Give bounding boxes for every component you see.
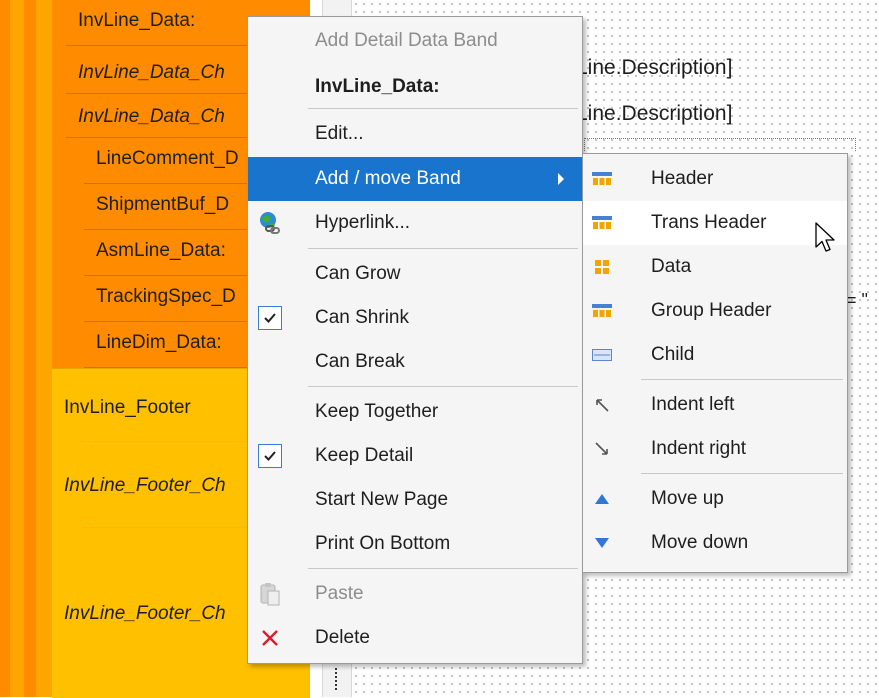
menu-separator [308, 108, 578, 109]
menu-item-label: Paste [315, 583, 364, 604]
band-label: LineComment_D [96, 148, 239, 169]
field-text: Line.Description] [576, 56, 733, 79]
band-data-icon [591, 256, 613, 278]
band-label: InvLine_Data_Ch [78, 106, 225, 127]
band-header-icon [591, 300, 613, 322]
menu-item-can-grow[interactable]: Can Grow [248, 252, 582, 296]
band-label: InvLine_Footer_Ch [64, 603, 226, 624]
submenu-arrow-icon [558, 173, 564, 185]
submenu-item-label: Trans Header [651, 212, 767, 233]
band-label: TrackingSpec_D [96, 286, 236, 307]
band-header-icon [591, 168, 613, 190]
menu-item-label: InvLine_Data: [315, 76, 440, 97]
checkmark-icon [258, 306, 282, 330]
submenu-item-child[interactable]: Child [583, 333, 847, 377]
band-label: ShipmentBuf_D [96, 194, 230, 215]
submenu-item-label: Move down [651, 532, 749, 553]
submenu-item-move-down[interactable]: Move down [583, 521, 847, 565]
band-child-icon [591, 344, 613, 366]
delete-x-icon [258, 626, 282, 650]
menu-item-label: Delete [315, 627, 370, 648]
ruler-mark [335, 668, 340, 690]
submenu-item-label: Indent right [651, 438, 747, 459]
menu-item-delete[interactable]: Delete [248, 616, 582, 660]
band-label: InvLine_Data_Ch [78, 62, 225, 83]
band-stripe [24, 0, 36, 697]
submenu-item-label: Group Header [651, 300, 772, 321]
band-stripe [36, 0, 52, 697]
add-move-band-submenu: Header Trans Header Data Group Header Ch… [582, 153, 848, 573]
menu-item-add-move-band[interactable]: Add / move Band [248, 157, 582, 201]
submenu-item-move-up[interactable]: Move up [583, 477, 847, 521]
menu-item-edit[interactable]: Edit... [248, 112, 582, 156]
menu-separator [308, 386, 578, 387]
paste-icon [258, 582, 282, 606]
menu-item-label: Keep Together [315, 401, 439, 422]
menu-item-label: Add Detail Data Band [315, 30, 498, 51]
submenu-item-indent-right[interactable]: Indent right [583, 427, 847, 471]
menu-separator [308, 248, 578, 249]
band-label: InvLine_Footer [64, 397, 191, 418]
indent-right-arrow-icon [591, 438, 613, 460]
menu-separator [641, 379, 843, 380]
indent-left-arrow-icon [591, 394, 613, 416]
menu-item-label: Add / move Band [315, 168, 461, 189]
band-label: LineDim_Data: [96, 332, 222, 353]
submenu-item-label: Data [651, 256, 692, 277]
menu-item-start-new-page[interactable]: Start New Page [248, 478, 582, 522]
menu-item-label: Can Shrink [315, 307, 409, 328]
field-text: = " [846, 290, 868, 310]
menu-item-add-detail-data-band[interactable]: Add Detail Data Band [248, 19, 582, 63]
menu-item-band-name: InvLine_Data: [248, 65, 582, 109]
move-down-icon [591, 532, 613, 554]
field-text: Line.Description] [576, 102, 733, 125]
menu-separator [641, 473, 843, 474]
menu-item-label: Print On Bottom [315, 533, 451, 554]
submenu-item-trans-header[interactable]: Trans Header [583, 201, 847, 245]
menu-item-keep-detail[interactable]: Keep Detail [248, 434, 582, 478]
globe-link-icon [258, 211, 282, 235]
context-menu: Add Detail Data Band InvLine_Data: Edit.… [247, 16, 583, 664]
field-outline [584, 138, 856, 151]
submenu-item-data[interactable]: Data [583, 245, 847, 289]
band-indent [66, 138, 84, 368]
submenu-item-header[interactable]: Header [583, 157, 847, 201]
submenu-item-label: Child [651, 344, 695, 365]
band-stripe [0, 0, 10, 697]
menu-separator [308, 568, 578, 569]
menu-item-label: Hyperlink... [315, 212, 411, 233]
menu-item-can-break[interactable]: Can Break [248, 340, 582, 384]
menu-item-label: Can Break [315, 351, 405, 372]
menu-item-print-on-bottom[interactable]: Print On Bottom [248, 522, 582, 566]
menu-item-hyperlink[interactable]: Hyperlink... [248, 201, 582, 245]
band-label: InvLine_Data: [78, 10, 196, 31]
mouse-cursor-icon [815, 222, 837, 262]
submenu-item-label: Header [651, 168, 714, 189]
submenu-item-indent-left[interactable]: Indent left [583, 383, 847, 427]
menu-item-label: Can Grow [315, 263, 401, 284]
menu-item-label: Keep Detail [315, 445, 414, 466]
checkmark-icon [258, 444, 282, 468]
band-label: AsmLine_Data: [96, 240, 226, 261]
band-stripe [10, 0, 24, 697]
band-label: InvLine_Footer_Ch [64, 475, 226, 496]
menu-item-can-shrink[interactable]: Can Shrink [248, 296, 582, 340]
menu-item-keep-together[interactable]: Keep Together [248, 390, 582, 434]
menu-item-label: Edit... [315, 123, 364, 144]
submenu-item-label: Indent left [651, 394, 735, 415]
menu-item-paste[interactable]: Paste [248, 572, 582, 616]
submenu-item-group-header[interactable]: Group Header [583, 289, 847, 333]
band-stripe [52, 0, 66, 368]
band-header-icon [591, 212, 613, 234]
submenu-item-label: Move up [651, 488, 724, 509]
move-up-icon [591, 488, 613, 510]
menu-item-label: Start New Page [315, 489, 449, 510]
